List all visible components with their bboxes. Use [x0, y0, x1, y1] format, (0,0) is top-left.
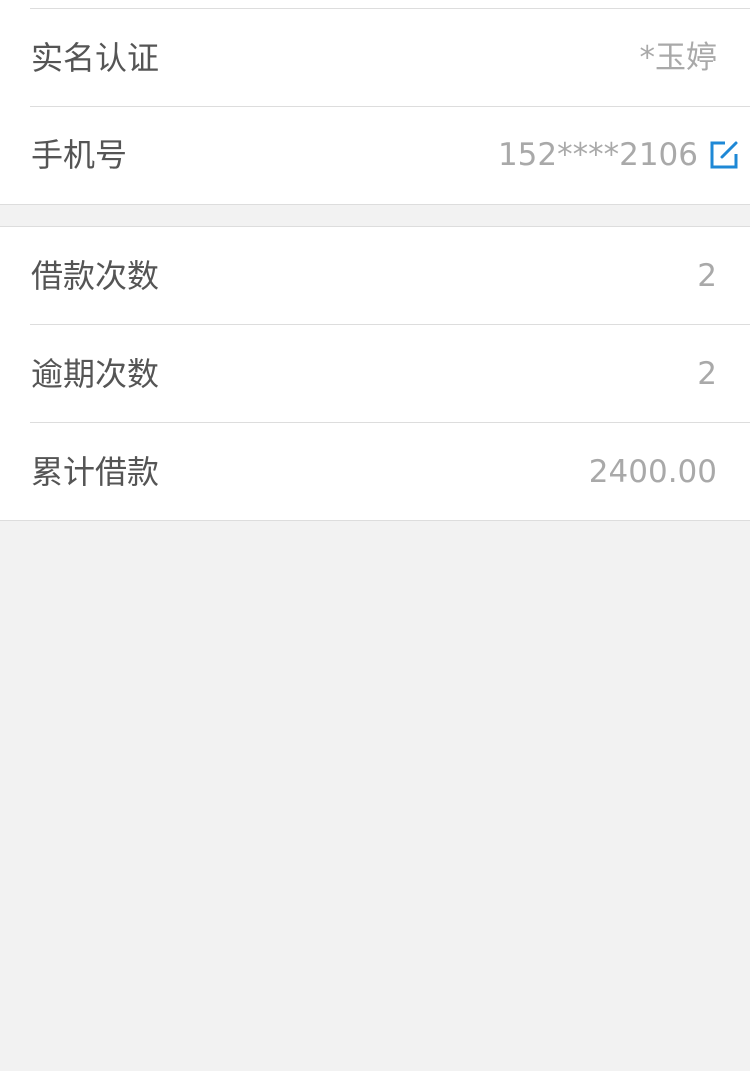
- phone-row[interactable]: 手机号 152****2106: [0, 106, 750, 204]
- profile-section: 实名认证 *玉婷 手机号 152****2106: [0, 0, 750, 205]
- edit-icon[interactable]: [709, 140, 739, 170]
- phone-value: 152****2106: [497, 137, 698, 173]
- loan-count-value: 2: [697, 258, 717, 294]
- loan-count-label: 借款次数: [31, 257, 160, 295]
- overdue-count-row[interactable]: 逾期次数 2: [0, 325, 750, 423]
- loan-count-row[interactable]: 借款次数 2: [0, 227, 750, 325]
- real-name-row[interactable]: 实名认证 *玉婷: [0, 9, 750, 107]
- phone-label: 手机号: [31, 136, 128, 174]
- real-name-value: *玉婷: [639, 40, 718, 76]
- overdue-count-value: 2: [697, 356, 717, 392]
- total-loan-value: 2400.00: [588, 454, 717, 490]
- overdue-count-label: 逾期次数: [31, 355, 160, 393]
- loan-stats-section: 借款次数 2 逾期次数 2 累计借款 2400.00: [0, 226, 750, 521]
- total-loan-row[interactable]: 累计借款 2400.00: [0, 423, 750, 521]
- total-loan-label: 累计借款: [31, 453, 160, 491]
- real-name-label: 实名认证: [31, 39, 160, 77]
